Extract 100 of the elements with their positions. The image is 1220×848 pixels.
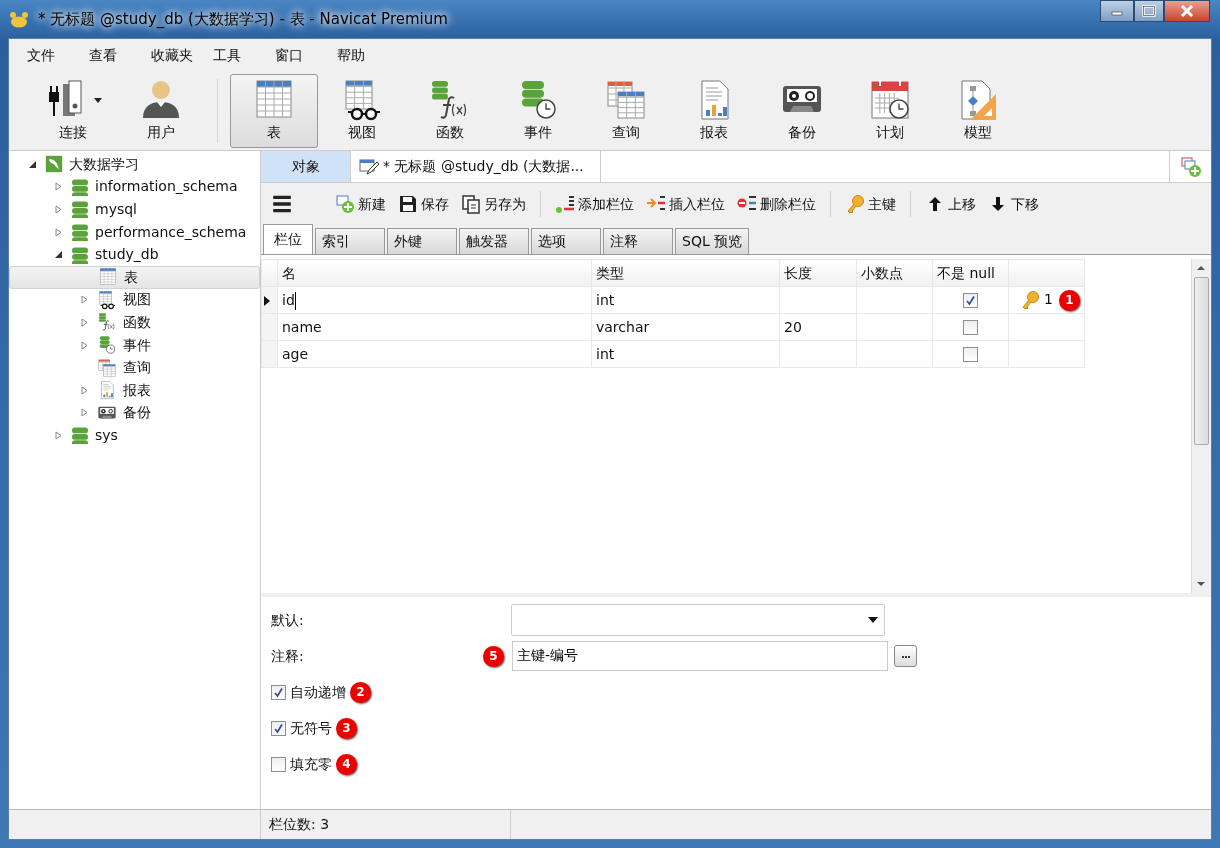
table-cell[interactable]: varchar — [591, 313, 780, 341]
tree-item[interactable]: 事件 — [9, 333, 260, 357]
column-header[interactable]: 小数点 — [856, 259, 933, 287]
menu-icon[interactable] — [271, 193, 293, 215]
expand-arrow-icon[interactable] — [53, 182, 63, 192]
tab[interactable]: 索引 — [315, 228, 385, 254]
window-title: * 无标题 @study_db (大数据学习) - 表 - Navicat Premium — [38, 8, 448, 30]
toolbar-button[interactable]: 报表 — [670, 73, 758, 148]
menu-item[interactable]: 查看 — [79, 44, 141, 66]
tree-item[interactable]: 表 — [9, 265, 260, 289]
tree-label: mysql — [95, 200, 137, 219]
checkbox[interactable] — [271, 720, 286, 736]
close-button[interactable] — [1164, 0, 1210, 22]
toolbar-button[interactable]: 事件 — [494, 73, 582, 148]
checkbox[interactable] — [963, 347, 978, 362]
expand-arrow-icon[interactable] — [79, 295, 89, 305]
toolbar-button[interactable]: 备份 — [758, 73, 846, 148]
tree-item[interactable]: 查询 — [9, 356, 260, 379]
menu-item[interactable]: 帮助 — [327, 44, 389, 66]
checkbox[interactable] — [963, 320, 978, 335]
tab[interactable]: 外键 — [387, 228, 457, 254]
expand-arrow-icon[interactable] — [79, 385, 89, 395]
toolbar-button[interactable]: 计划 — [846, 73, 934, 148]
number-marker: 4 — [336, 753, 357, 775]
column-header[interactable]: 名 — [277, 259, 592, 287]
tab[interactable]: 栏位 — [263, 224, 313, 254]
tree-item[interactable]: 视图 — [9, 288, 260, 312]
toolbar-button[interactable]: 模型 — [934, 73, 1022, 148]
checkbox[interactable] — [271, 684, 286, 700]
toolbar-button[interactable]: 函数 — [406, 73, 494, 148]
tree-item[interactable]: study_db — [9, 243, 260, 266]
database-icon — [71, 200, 89, 219]
tree-item[interactable]: performance_schema — [9, 220, 260, 244]
tab[interactable]: 触发器 — [459, 228, 529, 254]
collapse-arrow-icon[interactable] — [53, 250, 63, 260]
number-marker: 5 — [483, 645, 504, 667]
tree-item[interactable]: information_schema — [9, 175, 260, 199]
status-text: 栏位数: 3 — [261, 810, 511, 839]
toolbar-button[interactable]: 用户 — [117, 73, 205, 148]
table-cell[interactable]: int — [591, 286, 780, 314]
expand-arrow-icon[interactable] — [79, 340, 89, 350]
toolbar-button[interactable]: 插入栏位 — [642, 191, 729, 217]
database-function-icon — [97, 312, 117, 333]
toolbar-button[interactable]: 保存 — [394, 191, 453, 217]
column-header[interactable]: 类型 — [591, 259, 780, 287]
stacked-tables-icon — [97, 357, 117, 378]
toolbar-button[interactable]: 新建 — [331, 191, 390, 217]
tree-item[interactable]: mysql — [9, 198, 260, 221]
toolbar-button[interactable]: 删除栏位 — [733, 191, 820, 217]
document-tab[interactable]: 对象 — [261, 151, 351, 182]
toolbar-button[interactable]: 视图 — [318, 73, 406, 148]
toolbar-button[interactable]: 下移 — [984, 191, 1043, 217]
expand-arrow-icon[interactable] — [53, 227, 63, 237]
checkbox[interactable] — [271, 756, 286, 772]
checkbox[interactable] — [963, 293, 978, 308]
table-cell[interactable]: age — [277, 340, 592, 368]
expand-arrow-icon[interactable] — [79, 317, 89, 327]
tree-item[interactable]: sys — [9, 424, 260, 447]
vertical-scrollbar[interactable] — [1191, 259, 1211, 593]
menu-item[interactable]: 窗口 — [265, 44, 327, 66]
tree-item[interactable]: 函数 — [9, 311, 260, 334]
tree-label: performance_schema — [95, 222, 247, 242]
menu-item[interactable]: 工具 — [203, 44, 265, 66]
database-clock-icon — [97, 335, 117, 356]
collapse-arrow-icon[interactable] — [27, 159, 37, 169]
save-as-icon — [461, 194, 481, 214]
toolbar-button[interactable]: 另存为 — [457, 191, 530, 217]
table-icon — [98, 267, 118, 288]
toolbar-button[interactable]: 连接 — [29, 73, 117, 148]
column-header[interactable]: 长度 — [779, 259, 857, 287]
table-cell[interactable]: 20 — [779, 313, 857, 341]
comment-field[interactable]: 主键-编号 — [512, 641, 888, 671]
tree-label: 大数据学习 — [69, 154, 139, 174]
tree-label: information_schema — [95, 177, 238, 197]
toolbar-button[interactable]: 表 — [230, 73, 318, 148]
expand-arrow-icon[interactable] — [53, 430, 63, 440]
more-button[interactable] — [894, 645, 917, 667]
tab[interactable]: 注释 — [603, 228, 673, 254]
toolbar-button[interactable]: 主键 — [841, 191, 900, 217]
table-cell[interactable]: int — [591, 340, 780, 368]
table-cell[interactable]: name — [277, 313, 592, 341]
tree-item[interactable]: 大数据学习 — [9, 153, 260, 176]
table-cell[interactable]: id — [277, 286, 592, 314]
tree-label: 视图 — [123, 290, 151, 310]
database-icon — [71, 223, 89, 242]
toolbar-button[interactable]: 上移 — [921, 191, 980, 217]
tree-item[interactable]: 报表 — [9, 378, 260, 402]
tree-item[interactable]: 备份 — [9, 401, 260, 425]
expand-arrow-icon[interactable] — [53, 205, 63, 214]
tree-label: sys — [95, 425, 118, 445]
menu-item[interactable]: 收藏夹 — [141, 44, 203, 66]
tab[interactable]: 选项 — [531, 228, 601, 254]
toolbar-button[interactable]: 查询 — [582, 73, 670, 148]
expand-arrow-icon[interactable] — [79, 408, 89, 418]
maximize-button[interactable] — [1134, 0, 1164, 22]
tab[interactable]: SQL 预览 — [675, 228, 750, 254]
toolbar-button[interactable]: 添加栏位 — [551, 191, 638, 217]
menu-item[interactable]: 文件 — [17, 44, 79, 66]
column-header[interactable]: 不是 null — [932, 259, 1009, 287]
minimize-button[interactable] — [1100, 0, 1134, 22]
